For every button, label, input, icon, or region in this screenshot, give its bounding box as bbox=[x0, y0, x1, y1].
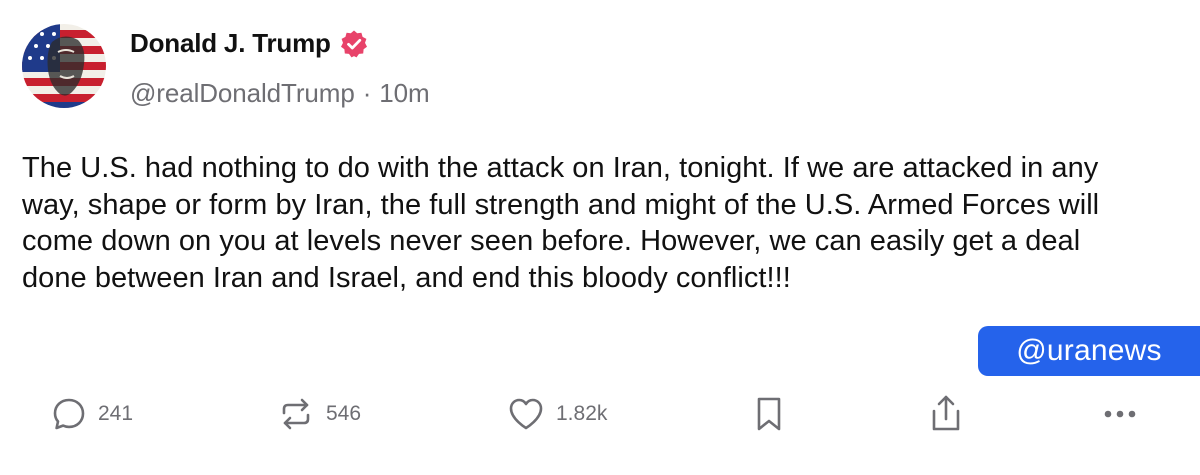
reply-icon bbox=[53, 398, 85, 430]
reply-button[interactable]: 241 bbox=[50, 388, 133, 440]
like-count: 1.82k bbox=[556, 402, 608, 425]
like-button[interactable]: 1.82k bbox=[506, 388, 607, 440]
watermark-badge: @uranews bbox=[978, 326, 1200, 376]
repost-count: 546 bbox=[326, 402, 362, 425]
reply-count: 241 bbox=[98, 402, 134, 425]
more-options-button[interactable] bbox=[1100, 388, 1140, 440]
bookmark-icon bbox=[757, 397, 781, 431]
share-icon bbox=[932, 395, 960, 431]
repost-icon bbox=[282, 398, 310, 430]
post-card: Donald J. Trump @realDonaldTrump · 10m The… bbox=[0, 0, 1200, 475]
avatar[interactable] bbox=[22, 24, 106, 108]
author-handle[interactable]: @realDonaldTrump bbox=[130, 78, 355, 108]
author-display-name[interactable]: Donald J. Trump bbox=[130, 28, 331, 59]
repost-button[interactable]: 546 bbox=[276, 388, 361, 440]
verified-badge-icon bbox=[339, 29, 369, 59]
more-icon bbox=[1104, 410, 1136, 418]
bookmark-button[interactable] bbox=[752, 388, 786, 440]
share-button[interactable] bbox=[926, 388, 966, 440]
author-meta-row: @realDonaldTrump · 10m bbox=[130, 78, 430, 109]
post-text: The U.S. had nothing to do with the atta… bbox=[22, 152, 1100, 294]
action-bar: 241 546 1.82k bbox=[0, 388, 1200, 440]
meta-separator: · bbox=[362, 78, 372, 108]
like-icon bbox=[509, 398, 543, 430]
avatar-image bbox=[22, 24, 106, 108]
author-name-row: Donald J. Trump bbox=[130, 28, 369, 59]
post-timestamp[interactable]: 10m bbox=[379, 78, 429, 108]
